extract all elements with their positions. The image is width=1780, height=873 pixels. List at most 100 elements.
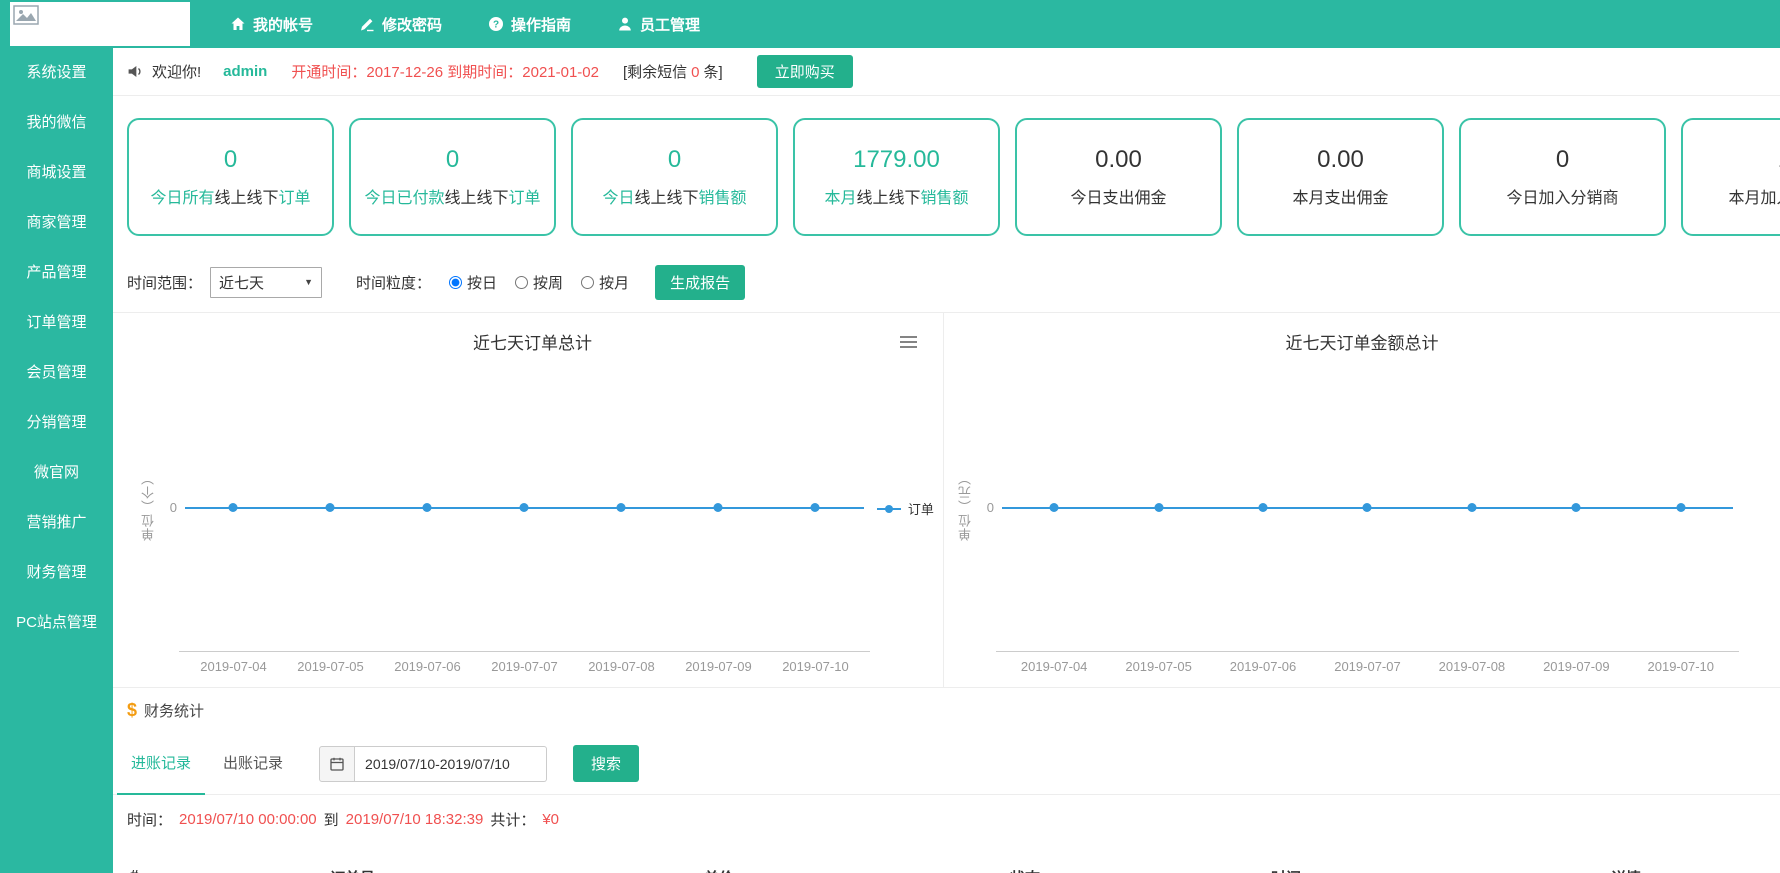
- stat-card-today-sales: 0 今日线上线下销售额: [571, 118, 778, 236]
- sidebar-item-merchant-management[interactable]: 商家管理: [0, 198, 113, 248]
- stat-cards-row: 0 今日所有线上线下订单 0 今日已付款线上线下订单 0 今日线上线下销售额 1…: [113, 96, 1780, 252]
- logo[interactable]: [10, 2, 190, 46]
- x-tick-label: 2019-07-06: [1230, 659, 1297, 674]
- radio-by-week[interactable]: 按周: [515, 272, 563, 293]
- x-tick-label: 2019-07-09: [685, 659, 752, 674]
- data-point-dot: [1259, 503, 1268, 512]
- table-column-price: 单价: [704, 867, 734, 873]
- summary-start-time: 2019/07/10 00:00:00: [179, 811, 317, 828]
- finance-summary-row: 时间： 2019/07/10 00:00:00 到 2019/07/10 18:…: [113, 795, 1780, 843]
- sidebar-item-order-management[interactable]: 订单管理: [0, 298, 113, 348]
- radio-by-day[interactable]: 按日: [449, 272, 497, 293]
- data-point-dot: [714, 503, 723, 512]
- data-point-dot: [423, 503, 432, 512]
- stat-value: 0: [224, 146, 237, 174]
- username: admin: [223, 63, 267, 80]
- sms-prefix: [剩余短信: [623, 64, 687, 81]
- stat-label: 今日加入分销商: [1506, 184, 1618, 208]
- buy-now-button[interactable]: 立即购买: [757, 55, 853, 88]
- data-point-dot: [1050, 503, 1059, 512]
- legend-dot: [885, 505, 893, 513]
- nav-guide[interactable]: ? 操作指南: [488, 14, 571, 35]
- stat-card-today-paid-orders: 0 今日已付款线上线下订单: [349, 118, 556, 236]
- validity-period: 开通时间：2017-12-26 到期时间：2021-01-02: [291, 61, 599, 82]
- sidebar-item-micro-site[interactable]: 微官网: [0, 448, 113, 498]
- legend-label: 订单: [908, 499, 934, 518]
- data-point-dot: [1676, 503, 1685, 512]
- search-button[interactable]: 搜索: [573, 745, 639, 782]
- stat-value: 0.00: [1095, 146, 1142, 174]
- time-range-select[interactable]: 近七天 ▼: [210, 267, 322, 298]
- nav-my-account[interactable]: 我的帐号: [230, 14, 313, 35]
- sidebar-item-pc-site-management[interactable]: PC站点管理: [0, 598, 113, 648]
- sidebar-item-product-management[interactable]: 产品管理: [0, 248, 113, 298]
- data-point-dot: [617, 503, 626, 512]
- summary-time-label: 时间：: [127, 809, 172, 830]
- stat-card-month-sales: 1779.00 本月线上线下销售额: [793, 118, 1000, 236]
- tab-income-records[interactable]: 进账记录: [117, 733, 205, 795]
- legend-line-marker: [877, 508, 901, 510]
- x-tick-label: 2019-07-04: [200, 659, 267, 674]
- sidebar-item-member-management[interactable]: 会员管理: [0, 348, 113, 398]
- data-point-dot: [1572, 503, 1581, 512]
- sidebar-item-finance-management[interactable]: 财务管理: [0, 548, 113, 598]
- sidebar-item-marketing[interactable]: 营销推广: [0, 498, 113, 548]
- chart-legend[interactable]: 订单: [877, 499, 934, 518]
- stat-value: 0.00: [1317, 146, 1364, 174]
- data-point-dot: [520, 503, 529, 512]
- x-tick-label: 2019-07-04: [1021, 659, 1088, 674]
- radio-by-week-input[interactable]: [515, 276, 528, 289]
- x-tick-label: 2019-07-10: [782, 659, 849, 674]
- table-column-detail: 详情: [1611, 867, 1641, 873]
- hamburger-menu-icon[interactable]: [900, 335, 920, 353]
- x-tick-label: 2019-07-07: [1334, 659, 1401, 674]
- sidebar-item-mall-settings[interactable]: 商城设置: [0, 148, 113, 198]
- welcome-bar: 欢迎你! admin 开通时间：2017-12-26 到期时间：2021-01-…: [113, 48, 1780, 96]
- stat-card-month-new-distributors: 1 本月加入分销商: [1681, 118, 1780, 236]
- stat-label: 今日支出佣金: [1070, 184, 1166, 208]
- stat-label: 今日已付款线上线下订单: [364, 184, 540, 208]
- calendar-icon-button[interactable]: [319, 746, 355, 782]
- plot-area: 2019-07-04 2019-07-05 2019-07-06 2019-07…: [1002, 313, 1733, 687]
- stat-label: 本月线上线下销售额: [824, 184, 968, 208]
- radio-by-day-input[interactable]: [449, 276, 462, 289]
- calendar-icon: [329, 756, 345, 772]
- main-content: 欢迎你! admin 开通时间：2017-12-26 到期时间：2021-01-…: [113, 48, 1780, 873]
- stat-card-month-commission: 0.00 本月支出佣金: [1237, 118, 1444, 236]
- summary-to-label: 到: [324, 809, 339, 830]
- home-icon: [230, 16, 246, 32]
- stat-value: 0: [446, 146, 459, 174]
- nav-change-password[interactable]: 修改密码: [359, 14, 442, 35]
- sidebar-item-my-wechat[interactable]: 我的微信: [0, 98, 113, 148]
- tab-outcome-records[interactable]: 出账记录: [209, 733, 297, 795]
- radio-by-month-input[interactable]: [581, 276, 594, 289]
- stat-label: 本月加入分销商: [1728, 184, 1780, 208]
- sidebar-item-distribution-management[interactable]: 分销管理: [0, 398, 113, 448]
- edit-icon: [359, 16, 375, 32]
- x-tick-label: 2019-07-10: [1648, 659, 1715, 674]
- generate-report-button[interactable]: 生成报告: [655, 265, 745, 300]
- nav-label: 员工管理: [640, 14, 700, 35]
- radio-label: 按日: [467, 272, 497, 293]
- x-tick-label: 2019-07-06: [394, 659, 461, 674]
- svg-text:?: ?: [493, 20, 499, 31]
- top-bar: 我的帐号 修改密码 ? 操作指南 员工管理: [0, 0, 1780, 48]
- x-axis-line: [996, 651, 1739, 652]
- summary-end-time: 2019/07/10 18:32:39: [346, 811, 484, 828]
- radio-label: 按月: [599, 272, 629, 293]
- table-column-order-no: 订单号: [330, 867, 375, 873]
- nav-staff-management[interactable]: 员工管理: [617, 14, 700, 35]
- date-range-widget: [319, 746, 547, 782]
- sidebar-item-system-settings[interactable]: 系统设置: [0, 48, 113, 98]
- nav-label: 我的帐号: [253, 14, 313, 35]
- date-range-input[interactable]: [355, 746, 547, 782]
- data-point-dot: [1363, 503, 1372, 512]
- x-tick-label: 2019-07-08: [588, 659, 655, 674]
- stat-value: 1779.00: [853, 146, 940, 174]
- nav-label: 操作指南: [511, 14, 571, 35]
- stat-card-today-commission: 0.00 今日支出佣金: [1015, 118, 1222, 236]
- plot-area: 2019-07-04 2019-07-05 2019-07-06 2019-07…: [185, 313, 864, 687]
- radio-by-month[interactable]: 按月: [581, 272, 629, 293]
- data-point-dot: [1154, 503, 1163, 512]
- x-tick-label: 2019-07-09: [1543, 659, 1610, 674]
